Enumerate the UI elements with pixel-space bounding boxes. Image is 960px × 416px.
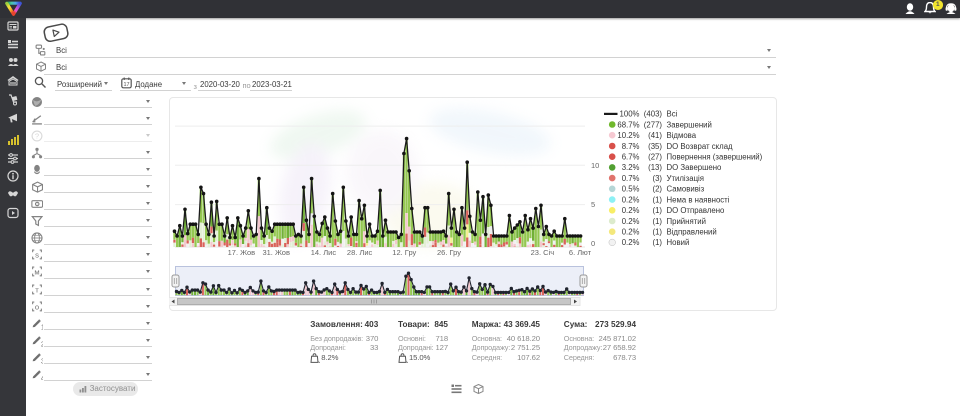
svg-text:Самовивіз: Самовивіз: [667, 185, 705, 194]
svg-text:0.5%: 0.5%: [622, 185, 640, 194]
svg-text:(13): (13): [648, 163, 662, 172]
svg-text:(1): (1): [652, 195, 662, 204]
svg-text:x: x: [318, 360, 320, 363]
svg-text:(2): (2): [652, 185, 662, 194]
svg-text:12. Гру: 12. Гру: [392, 248, 416, 257]
svg-text:Новий: Новий: [667, 238, 690, 247]
svg-text:(1): (1): [652, 206, 662, 215]
svg-text:8.7%: 8.7%: [622, 142, 640, 151]
svg-text:Завершений: Завершений: [667, 120, 712, 129]
svg-text:0.2%: 0.2%: [622, 228, 640, 237]
svg-text:26. Гру: 26. Гру: [437, 248, 461, 257]
svg-text:(1): (1): [652, 238, 662, 247]
svg-text:100%: 100%: [620, 110, 640, 119]
svg-text:0.2%: 0.2%: [622, 238, 640, 247]
svg-text:Утилізація: Утилізація: [667, 174, 705, 183]
svg-text:Нема в наявності: Нема в наявності: [667, 195, 730, 204]
svg-text:(41): (41): [648, 131, 662, 140]
svg-text:Всі: Всі: [667, 110, 678, 119]
svg-text:(35): (35): [648, 142, 662, 151]
svg-text:23. Січ: 23. Січ: [531, 248, 555, 257]
svg-text:68.7%: 68.7%: [617, 120, 639, 129]
svg-text:0: 0: [591, 239, 595, 248]
svg-text:Прийнятий: Прийнятий: [667, 217, 706, 226]
svg-text:0.7%: 0.7%: [622, 174, 640, 183]
svg-text:DO Возврат склад: DO Возврат склад: [667, 142, 734, 151]
svg-text:Відправлений: Відправлений: [667, 228, 717, 237]
svg-text:(3): (3): [652, 174, 662, 183]
svg-text:5: 5: [591, 200, 595, 209]
svg-text:Відмова: Відмова: [667, 131, 697, 140]
svg-text:(403): (403): [644, 110, 663, 119]
svg-text:x: x: [406, 360, 408, 363]
svg-text:31. Жов: 31. Жов: [262, 248, 290, 257]
svg-text:(277): (277): [644, 120, 663, 129]
svg-text:28. Лис: 28. Лис: [347, 248, 373, 257]
svg-text:6. Лют: 6. Лют: [569, 248, 592, 257]
svg-text:3.2%: 3.2%: [622, 163, 640, 172]
svg-text:(1): (1): [652, 228, 662, 237]
svg-text:0.2%: 0.2%: [622, 206, 640, 215]
svg-text:DO Завершено: DO Завершено: [667, 163, 723, 172]
svg-text:(27): (27): [648, 153, 662, 162]
svg-text:14. Лис: 14. Лис: [311, 248, 337, 257]
svg-text:10: 10: [591, 161, 599, 170]
svg-text:Повернення (завершений): Повернення (завершений): [667, 153, 763, 162]
svg-text:17. Жов: 17. Жов: [228, 248, 256, 257]
svg-text:10.2%: 10.2%: [617, 131, 639, 140]
svg-text:(1): (1): [652, 217, 662, 226]
svg-text:6.7%: 6.7%: [622, 153, 640, 162]
svg-text:0.2%: 0.2%: [622, 195, 640, 204]
svg-text:0.2%: 0.2%: [622, 217, 640, 226]
svg-text:DO Отправлено: DO Отправлено: [667, 206, 726, 215]
